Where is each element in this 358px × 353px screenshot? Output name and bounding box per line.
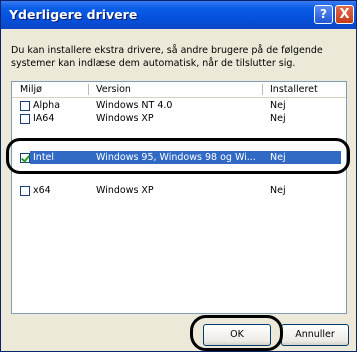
driver-checkbox[interactable] [20,101,30,111]
column-divider[interactable] [262,84,263,95]
description-line: systemer kan indlæse dem automatisk, når… [11,58,296,69]
environment-cell: x64 [33,185,51,196]
version-cell: Windows XP [96,113,154,124]
driver-row-alpha[interactable]: Alpha Windows NT 4.0 Nej [12,99,346,112]
version-cell: Windows NT 4.0 [96,100,173,111]
driver-row-x64[interactable]: x64 Windows XP Nej [12,184,346,197]
ok-button[interactable]: OK [203,324,271,346]
installed-cell: Nej [270,113,286,124]
cancel-button[interactable]: Annuller [281,324,349,346]
environment-cell: IA64 [33,113,55,124]
title-bar[interactable]: Yderligere drivere ? X [1,1,356,29]
installed-cell: Nej [270,152,286,163]
list-header: Miljø Version Installeret [12,82,346,98]
driver-checkbox[interactable] [20,186,30,196]
description-line: Du kan installere ekstra drivere, så and… [11,45,323,56]
driver-row-ia64[interactable]: IA64 Windows XP Nej [12,112,346,125]
list-item[interactable] [12,127,346,131]
version-cell: Windows 95, Windows 98 og Wi... [96,152,256,163]
column-header-version[interactable]: Version [96,84,131,95]
installed-cell: Nej [270,185,286,196]
driver-row-intel[interactable]: Intel Windows 95, Windows 98 og Wi... Ne… [12,151,346,164]
column-divider[interactable] [88,84,89,95]
additional-drivers-dialog: Yderligere drivere ? X Du kan installere… [0,0,357,352]
driver-checkbox[interactable] [20,114,30,124]
driver-checkbox-checked[interactable] [20,153,30,163]
description-text: Du kan installere ekstra drivere, så and… [11,44,347,70]
environment-cell: Alpha [33,100,61,111]
close-icon[interactable]: X [335,5,354,24]
installed-cell: Nej [270,100,286,111]
environment-cell: Intel [33,152,55,163]
driver-list[interactable]: Miljø Version Installeret Alpha Windows … [11,81,347,314]
window-title: Yderligere drivere [9,7,138,22]
column-header-installed[interactable]: Installeret [270,84,318,95]
help-icon[interactable]: ? [314,5,333,24]
version-cell: Windows XP [96,185,154,196]
column-header-environment[interactable]: Miljø [20,84,42,95]
